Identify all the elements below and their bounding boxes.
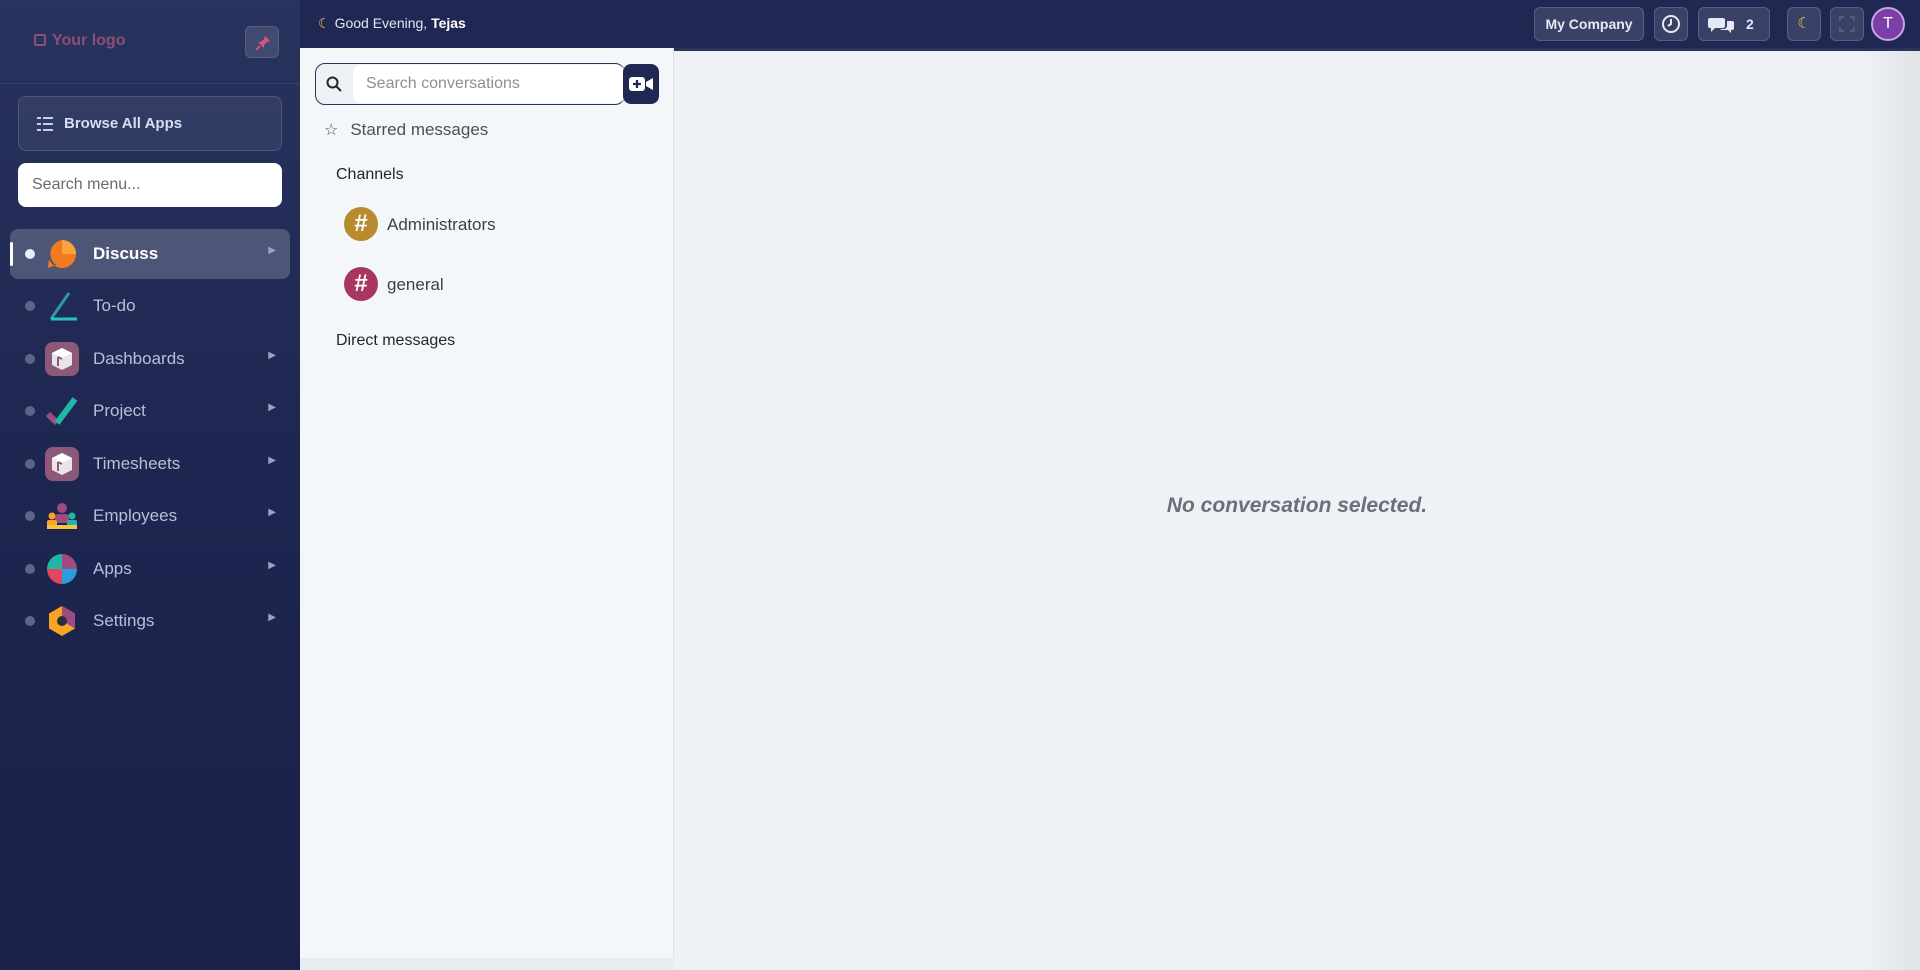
sidebar-item-label: Settings xyxy=(93,611,155,630)
conversation-search xyxy=(315,63,625,105)
sidebar-item-label: To-do xyxy=(93,296,136,315)
greeting-text: Good Evening, xyxy=(334,15,432,31)
sidebar-item-label: Employees xyxy=(93,506,178,525)
starred-messages-label: Starred messages xyxy=(350,120,489,139)
panel-footer xyxy=(300,958,674,970)
employees-icon xyxy=(45,499,79,533)
greeting: ☾ Good Evening, Tejas xyxy=(318,15,466,32)
list-grid-icon xyxy=(37,117,53,131)
sidebar-item-todo[interactable]: To-do xyxy=(10,281,290,331)
bullet-dot xyxy=(25,564,35,574)
logo-image-icon xyxy=(34,34,46,46)
sidebar-item-timesheets[interactable]: Timesheets ▶ xyxy=(10,439,290,489)
sidebar-item-label: Timesheets xyxy=(93,454,181,473)
chevron-right-icon: ▶ xyxy=(268,507,276,518)
top-navbar: ☾ Good Evening, Tejas My Company 2 ☾ T xyxy=(300,0,1920,48)
settings-icon xyxy=(45,604,79,638)
sidebar-item-discuss[interactable]: Discuss ▶ xyxy=(10,229,290,279)
bullet-dot xyxy=(25,354,35,364)
empty-state-message: No conversation selected. xyxy=(1166,494,1428,517)
app-sidebar: Your logo Browse All Apps Discuss ▶ To-d… xyxy=(0,0,300,970)
company-switcher-button[interactable]: My Company xyxy=(1534,7,1644,41)
clock-icon xyxy=(1662,15,1680,33)
sidebar-item-label: Project xyxy=(93,401,146,420)
messages-button[interactable]: 2 xyxy=(1698,7,1770,41)
user-avatar[interactable]: T xyxy=(1871,7,1905,41)
bullet-dot xyxy=(25,511,35,521)
browse-all-apps-button[interactable]: Browse All Apps xyxy=(18,96,282,151)
dashboards-icon xyxy=(45,342,79,376)
sidebar-item-label: Discuss xyxy=(93,244,159,263)
moon-icon: ☾ xyxy=(318,15,331,31)
project-icon xyxy=(45,394,79,428)
todo-icon xyxy=(45,289,79,323)
timesheets-icon xyxy=(45,447,79,481)
dark-mode-toggle[interactable]: ☾ xyxy=(1787,7,1821,41)
moon-icon: ☾ xyxy=(1797,15,1811,32)
logo-row: Your logo xyxy=(0,0,300,84)
channel-item-general[interactable]: # general xyxy=(344,264,644,304)
chevron-right-icon: ▶ xyxy=(268,402,276,413)
discuss-icon xyxy=(45,237,79,271)
search-conversations-input[interactable] xyxy=(353,65,625,103)
message-count-badge: 2 xyxy=(1746,16,1754,32)
search-menu-input[interactable] xyxy=(18,163,282,207)
sidebar-item-dashboards[interactable]: Dashboards ▶ xyxy=(10,334,290,384)
sidebar-item-apps[interactable]: Apps ▶ xyxy=(10,544,290,594)
active-indicator xyxy=(10,242,13,266)
apps-icon xyxy=(45,552,79,586)
bullet-dot xyxy=(25,301,35,311)
bullet-dot xyxy=(25,406,35,416)
company-logo[interactable]: Your logo xyxy=(34,32,125,50)
fullscreen-button[interactable] xyxy=(1830,7,1864,41)
channel-name: general xyxy=(387,275,444,294)
channel-hash-icon: # xyxy=(344,267,378,301)
pin-icon xyxy=(255,36,270,51)
start-meeting-button[interactable] xyxy=(623,64,659,104)
pin-sidebar-button[interactable] xyxy=(245,26,279,58)
chevron-right-icon: ▶ xyxy=(268,560,276,571)
bullet-dot xyxy=(25,459,35,469)
bullet-dot xyxy=(25,616,35,626)
chat-bubbles-icon xyxy=(1708,18,1734,33)
discuss-sidebar: ☆ Starred messages Channels # Administrat… xyxy=(300,48,674,958)
sidebar-item-label: Apps xyxy=(93,559,132,578)
channels-heading[interactable]: Channels xyxy=(336,166,404,184)
channel-hash-icon: # xyxy=(344,207,378,241)
video-plus-icon xyxy=(629,77,653,91)
direct-messages-heading[interactable]: Direct messages xyxy=(336,332,455,350)
sidebar-item-employees[interactable]: Employees ▶ xyxy=(10,491,290,541)
sidebar-item-settings[interactable]: Settings ▶ xyxy=(10,596,290,646)
channel-item-administrators[interactable]: # Administrators xyxy=(344,204,644,244)
chevron-right-icon: ▶ xyxy=(268,350,276,361)
sidebar-item-label: Dashboards xyxy=(93,349,185,368)
thread-view: No conversation selected. xyxy=(674,48,1920,970)
browse-all-apps-label: Browse All Apps xyxy=(64,115,183,132)
fullscreen-icon xyxy=(1839,16,1855,32)
activity-button[interactable] xyxy=(1654,7,1688,41)
search-icon xyxy=(326,76,342,92)
chevron-right-icon: ▶ xyxy=(268,455,276,466)
channel-name: Administrators xyxy=(387,215,496,234)
user-name: Tejas xyxy=(431,15,466,31)
starred-messages-link[interactable]: ☆ Starred messages xyxy=(324,120,488,140)
sidebar-item-project[interactable]: Project ▶ xyxy=(10,386,290,436)
bullet-dot xyxy=(25,249,35,259)
chevron-right-icon: ▶ xyxy=(268,245,276,256)
logo-text: Your logo xyxy=(52,32,126,49)
chevron-right-icon: ▶ xyxy=(268,612,276,623)
star-icon: ☆ xyxy=(324,122,339,139)
